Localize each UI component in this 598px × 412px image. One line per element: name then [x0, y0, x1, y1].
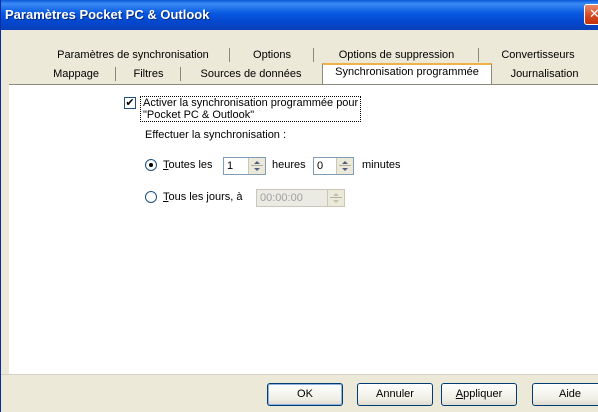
minutes-spin-arrows-icon[interactable]	[336, 158, 353, 174]
perform-sync-label: Effectuer la synchronisation :	[145, 129, 287, 141]
every-interval-radio[interactable]	[145, 159, 157, 171]
daily-radio[interactable]	[145, 191, 157, 203]
hours-spinbox[interactable]: 1	[223, 157, 266, 175]
every-interval-label[interactable]: Toutes les	[163, 159, 213, 171]
tab-data-sources[interactable]: Sources de données	[181, 66, 321, 84]
tab-label: Options	[253, 49, 291, 61]
tab-label: Paramètres de synchronisation	[57, 49, 209, 61]
daily-time-value: 00:00:00	[260, 192, 303, 204]
enable-schedule-label[interactable]: Activer la synchronisation programmée po…	[140, 96, 362, 122]
tab-converters[interactable]: Convertisseurs	[479, 47, 597, 65]
tab-label: Synchronisation programmée	[335, 66, 479, 78]
enable-schedule-checkbox[interactable]: ✔	[124, 97, 136, 109]
tab-label: Filtres	[133, 68, 164, 80]
window-title: Paramètres Pocket PC & Outlook	[5, 7, 210, 22]
enable-label-line1: Activer la synchronisation programmée po…	[143, 97, 359, 109]
daily-label[interactable]: Tous les jours, à	[163, 191, 242, 203]
tab-label: Convertisseurs	[501, 49, 575, 61]
tab-options[interactable]: Options	[230, 47, 314, 65]
hours-unit-label: heures	[272, 159, 306, 171]
minutes-spinbox[interactable]: 0	[313, 157, 354, 175]
tab-mapping[interactable]: Mappage	[36, 66, 116, 84]
settings-dialog: Paramètres Pocket PC & Outlook ✕ Paramèt…	[0, 0, 598, 412]
checkmark-icon: ✔	[125, 97, 135, 109]
tab-scheduled-sync[interactable]: Synchronisation programmée	[322, 63, 492, 85]
tab-filters[interactable]: Filtres	[116, 66, 181, 84]
tab-label: Mappage	[53, 68, 99, 80]
tab-label: Options de suppression	[338, 49, 455, 61]
radio-selected-dot	[149, 163, 153, 167]
minutes-value: 0	[317, 160, 324, 172]
apply-button[interactable]: Appliquer	[441, 383, 517, 406]
hours-spin-arrows-icon[interactable]	[248, 158, 265, 174]
hours-value: 1	[227, 160, 234, 172]
enable-label-line2: "Pocket PC & Outlook"	[143, 109, 255, 121]
ok-button[interactable]: OK	[267, 383, 343, 406]
tab-panel: ✔ Activer la synchronisation programmée …	[9, 84, 598, 374]
tab-label: Sources de données	[200, 68, 302, 80]
title-bar[interactable]: Paramètres Pocket PC & Outlook ✕	[1, 0, 598, 30]
dialog-button-bar: OK Annuler Appliquer Aide	[1, 374, 598, 412]
tab-label: Journalisation	[510, 68, 579, 80]
daily-time-spin-arrows-icon[interactable]	[327, 190, 344, 206]
close-icon[interactable]: ✕	[584, 4, 598, 25]
minutes-unit-label: minutes	[362, 159, 401, 171]
help-button[interactable]: Aide	[532, 383, 598, 406]
daily-time-spinbox[interactable]: 00:00:00	[256, 189, 345, 207]
tab-logging[interactable]: Journalisation	[492, 66, 597, 84]
cancel-button[interactable]: Annuler	[357, 383, 433, 406]
tab-sync-settings[interactable]: Paramètres de synchronisation	[36, 47, 230, 65]
